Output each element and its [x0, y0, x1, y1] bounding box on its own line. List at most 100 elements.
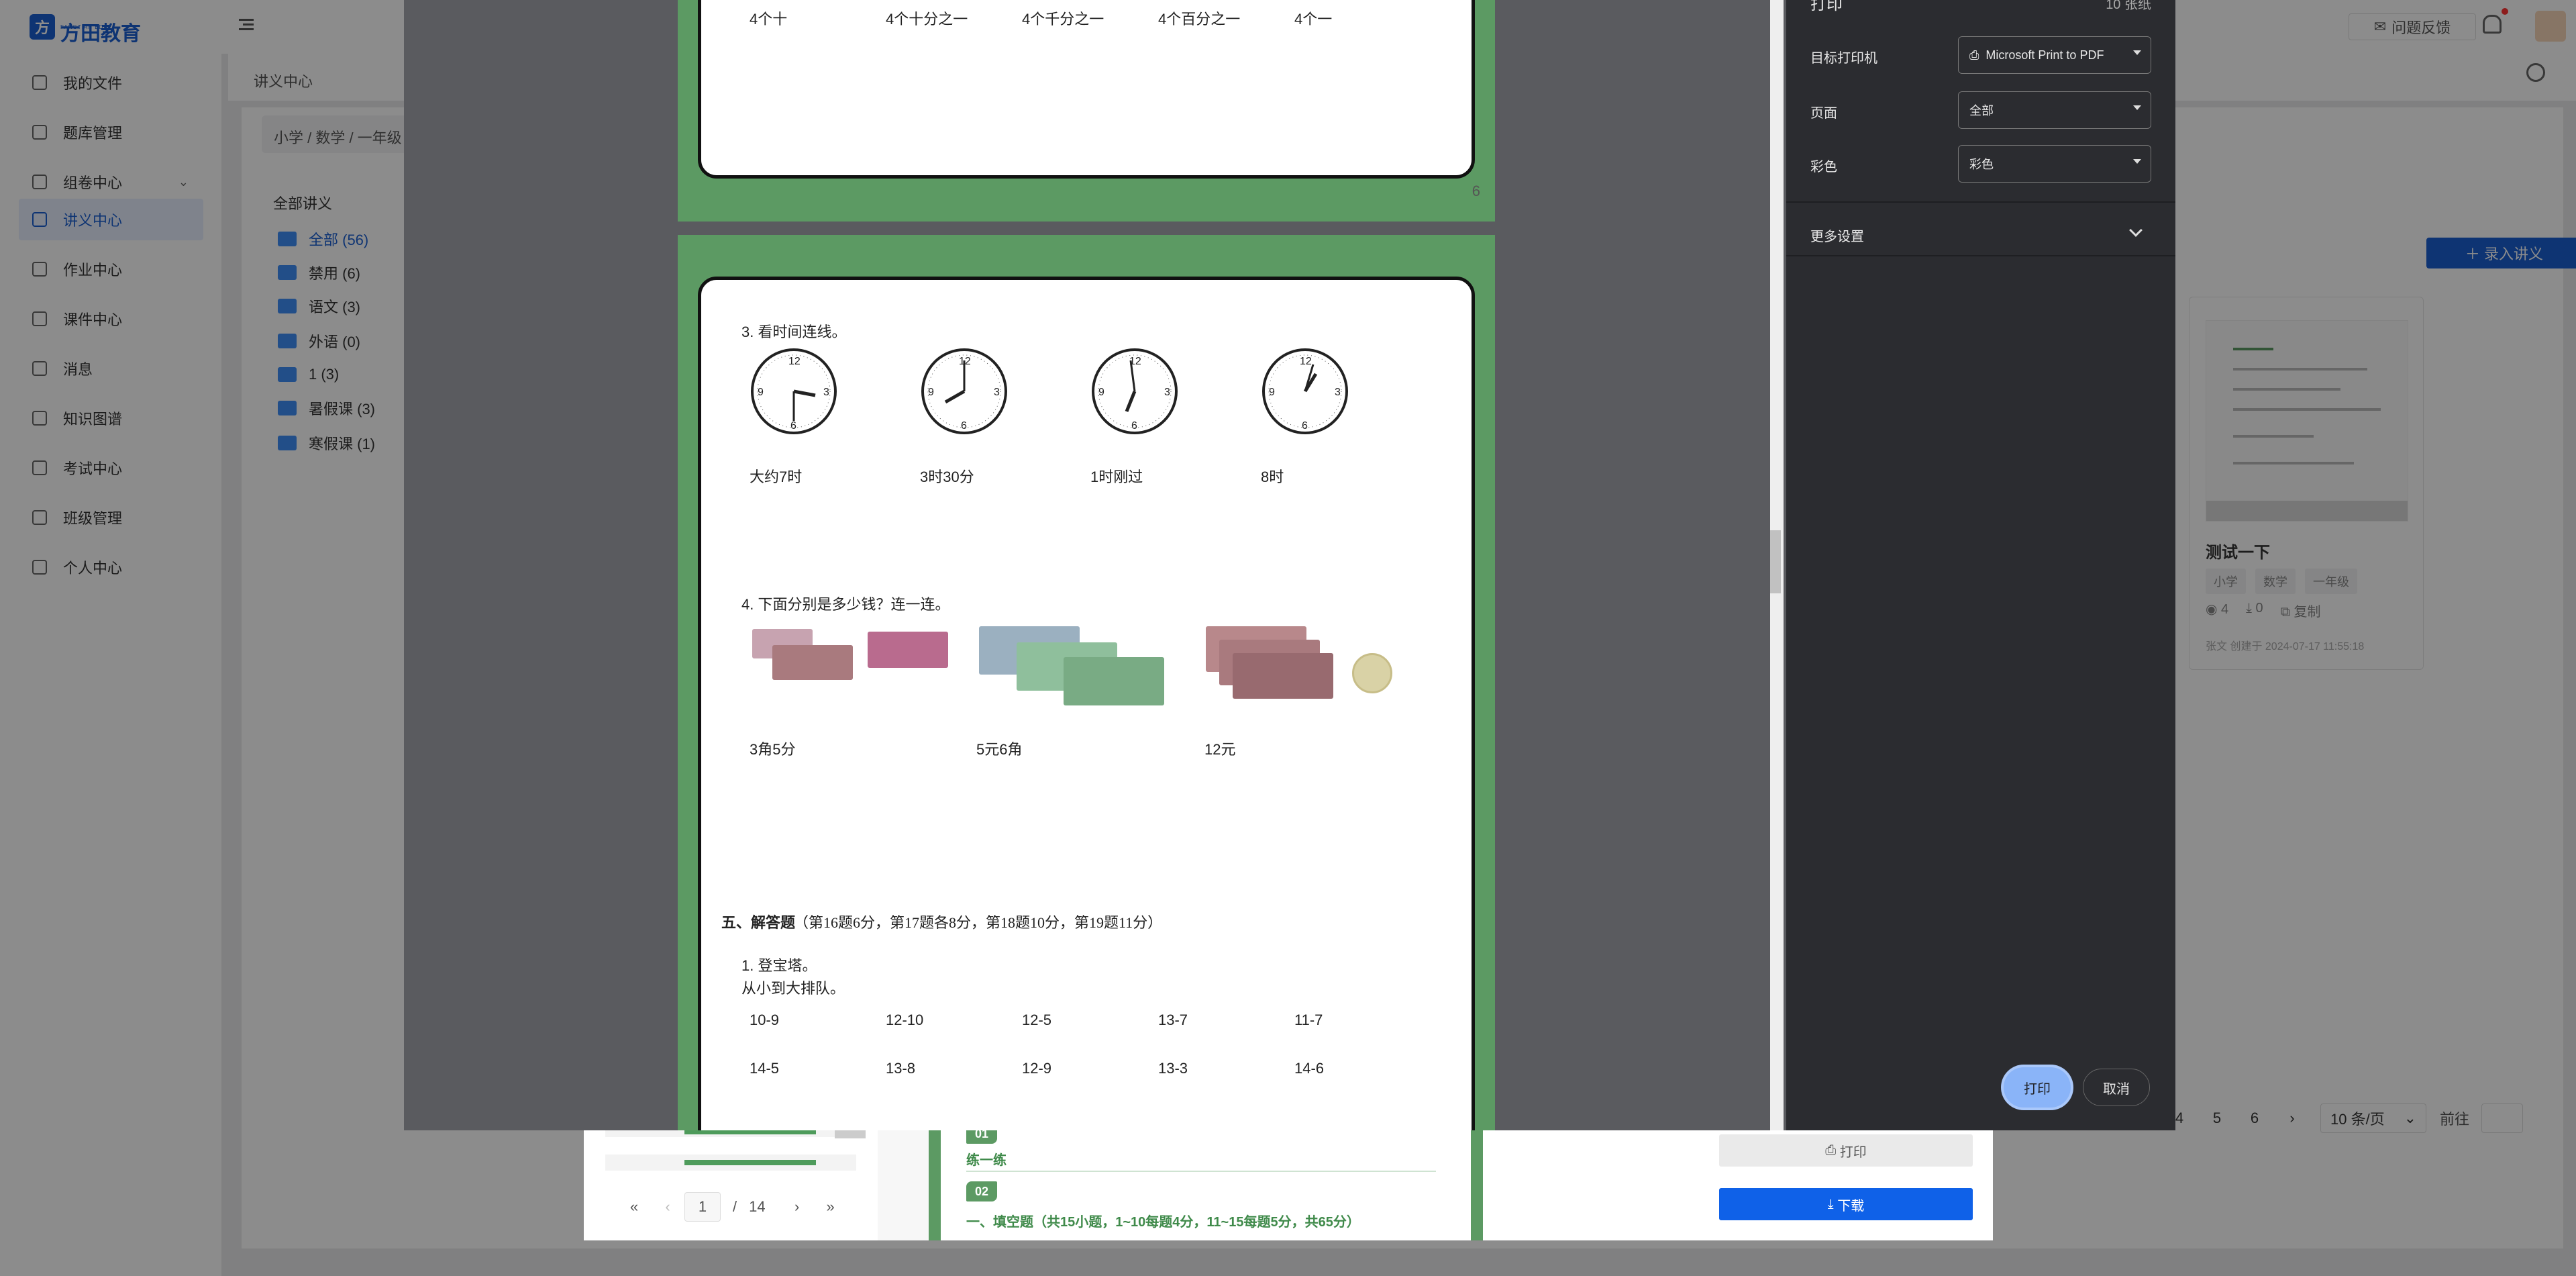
cancel-print-button[interactable]: 取消: [2083, 1069, 2150, 1106]
pages-label: 页面: [1810, 106, 1837, 121]
money-label: 12元: [1204, 741, 1236, 758]
sheet-count: 10 张纸: [2106, 0, 2151, 12]
printer-select[interactable]: ⎙ Microsoft Print to PDF: [1958, 36, 2151, 74]
svg-text:3: 3: [994, 387, 1000, 398]
svg-text:6: 6: [1131, 420, 1137, 432]
printer-label: 目标打印机: [1810, 51, 1877, 66]
expression: 12-10: [886, 1012, 924, 1028]
print-settings-panel: 打印 10 张纸 目标打印机 ⎙ Microsoft Print to PDF 页…: [1786, 0, 2175, 1130]
thumbnail-column: « ‹ 1 / 14 › »: [584, 1121, 878, 1240]
question-subtitle: 从小到大排队。: [741, 980, 845, 997]
action-column: ⎙ 打印 ⤓ 下载: [1719, 1121, 1993, 1240]
banknote-image: [1064, 657, 1164, 705]
svg-text:9: 9: [758, 387, 764, 398]
chevron-down-icon[interactable]: [2129, 224, 2143, 237]
expression: 12-5: [1022, 1012, 1052, 1028]
doc-text: 4个百分之一: [1158, 11, 1241, 28]
current-page-input[interactable]: 1: [684, 1192, 721, 1222]
section-heading: 一、填空题（共15小题，1~10每题4分，11~15每题5分，共65分）: [966, 1215, 1360, 1230]
clock-label: 1时刚过: [1090, 469, 1143, 485]
preview-page: 01 练一练 02 一、填空题（共15小题，1~10每题4分，11~15每题5分…: [941, 1121, 1471, 1240]
clock-icon: 12369: [1092, 348, 1178, 434]
chevron-down-icon: [2133, 105, 2141, 110]
section-label: 练一练: [966, 1153, 1007, 1168]
clock-label: 8时: [1261, 469, 1284, 485]
svg-text:3: 3: [1335, 387, 1341, 398]
question-title: 4. 下面分别是多少钱？连一连。: [741, 596, 950, 613]
svg-text:9: 9: [928, 387, 934, 398]
svg-text:3: 3: [823, 387, 829, 398]
prev-page-button[interactable]: ‹: [651, 1198, 684, 1216]
chevron-down-icon: [2133, 159, 2141, 164]
total-pages: 14: [749, 1198, 766, 1215]
chevron-down-icon: [2133, 50, 2141, 55]
color-select[interactable]: 彩色: [1958, 145, 2151, 183]
pages-row: 页面 全部: [1810, 91, 2151, 129]
expression: 13-8: [886, 1060, 916, 1077]
printer-icon: ⎙: [1969, 48, 1979, 62]
banknote-image: [772, 645, 853, 680]
clock-icon: 12 3 6 9: [751, 348, 837, 434]
first-page-button[interactable]: «: [617, 1198, 651, 1216]
doc-text: 4个十: [750, 11, 788, 28]
print-dialog: 4个十 4个十分之一 4个千分之一 4个百分之一 4个一 6 3. 看时间连线。…: [404, 0, 2175, 1130]
svg-text:9: 9: [1269, 387, 1275, 398]
print-page-content: 4个十 4个十分之一 4个千分之一 4个百分之一 4个一: [698, 0, 1475, 179]
question-title: 1. 登宝塔。: [741, 957, 817, 974]
print-page: 3. 看时间连线。 12 3 6 9 12 3 6 9 12 3 6 9 12 3 6 9 大约7时 3…: [678, 235, 1495, 1130]
expression: 11-7: [1294, 1012, 1323, 1028]
preview-column: 01 练一练 02 一、填空题（共15小题，1~10每题4分，11~15每题5分…: [878, 1121, 1483, 1240]
next-page-button[interactable]: ›: [780, 1198, 814, 1216]
expression: 13-7: [1158, 1012, 1188, 1028]
svg-text:6: 6: [961, 420, 967, 432]
question-title: 3. 看时间连线。: [741, 324, 847, 340]
print-page-content: 3. 看时间连线。 12 3 6 9 12 3 6 9 12 3 6 9 12 3 6 9 大约7时 3…: [698, 277, 1475, 1130]
section-title: 五、解答题: [721, 914, 796, 931]
svg-text:12: 12: [1300, 356, 1312, 367]
clock-label: 3时30分: [920, 469, 974, 485]
print-preview-area: 4个十 4个十分之一 4个千分之一 4个百分之一 4个一 6 3. 看时间连线。…: [404, 0, 1780, 1130]
doc-text: 4个千分之一: [1022, 11, 1104, 28]
page-thumbnail[interactable]: [605, 1155, 856, 1171]
handout-preview-modal: « ‹ 1 / 14 › » 01 练一练 02 一、填空题（共15小题，1~1…: [584, 1121, 1993, 1240]
section-note: （第16题6分，第17题各8分，第18题10分，第19题11分）: [794, 914, 1163, 931]
banknote-image: [868, 632, 948, 668]
clock-icon: 12 3 6 9: [1262, 348, 1348, 434]
svg-text:6: 6: [790, 420, 796, 432]
svg-text:12: 12: [788, 356, 801, 367]
divider: [1786, 255, 2175, 256]
printer-row: 目标打印机 ⎙ Microsoft Print to PDF: [1810, 36, 2151, 74]
pages-select[interactable]: 全部: [1958, 91, 2151, 129]
svg-text:9: 9: [1098, 387, 1104, 398]
color-row: 彩色 彩色: [1810, 145, 2151, 183]
print-page: 4个十 4个十分之一 4个千分之一 4个百分之一 4个一 6: [678, 0, 1495, 222]
document-page-nav: « ‹ 1 / 14 › »: [617, 1192, 847, 1222]
color-label: 彩色: [1810, 160, 1837, 175]
confirm-print-button[interactable]: 打印: [2004, 1067, 2071, 1108]
coin-image: [1352, 653, 1392, 693]
expression: 14-6: [1294, 1060, 1325, 1077]
money-label: 3角5分: [750, 741, 796, 758]
expression: 13-3: [1158, 1060, 1188, 1077]
page-number: 6: [1472, 183, 1480, 199]
expression: 14-5: [750, 1060, 780, 1077]
banknote-image: [1233, 653, 1333, 699]
expression: 10-9: [750, 1012, 780, 1028]
clock-label: 大约7时: [750, 469, 803, 485]
preview-scrollbar[interactable]: [1770, 0, 1784, 1130]
svg-text:6: 6: [1302, 420, 1308, 432]
more-settings-toggle[interactable]: 更多设置: [1810, 226, 1864, 245]
svg-text:3: 3: [1164, 387, 1170, 398]
section-badge: 02: [966, 1181, 997, 1201]
print-title: 打印: [1810, 0, 1843, 13]
divider: [966, 1171, 1436, 1172]
scrollbar-thumb[interactable]: [1770, 530, 1781, 593]
clock-icon: 12369: [921, 348, 1007, 434]
last-page-button[interactable]: »: [814, 1198, 847, 1216]
print-button[interactable]: ⎙ 打印: [1719, 1134, 1973, 1167]
doc-text: 4个十分之一: [886, 11, 968, 28]
doc-text: 4个一: [1294, 11, 1333, 28]
divider: [1786, 201, 2175, 203]
expression: 12-9: [1022, 1060, 1052, 1077]
download-button[interactable]: ⤓ 下载: [1719, 1188, 1973, 1220]
